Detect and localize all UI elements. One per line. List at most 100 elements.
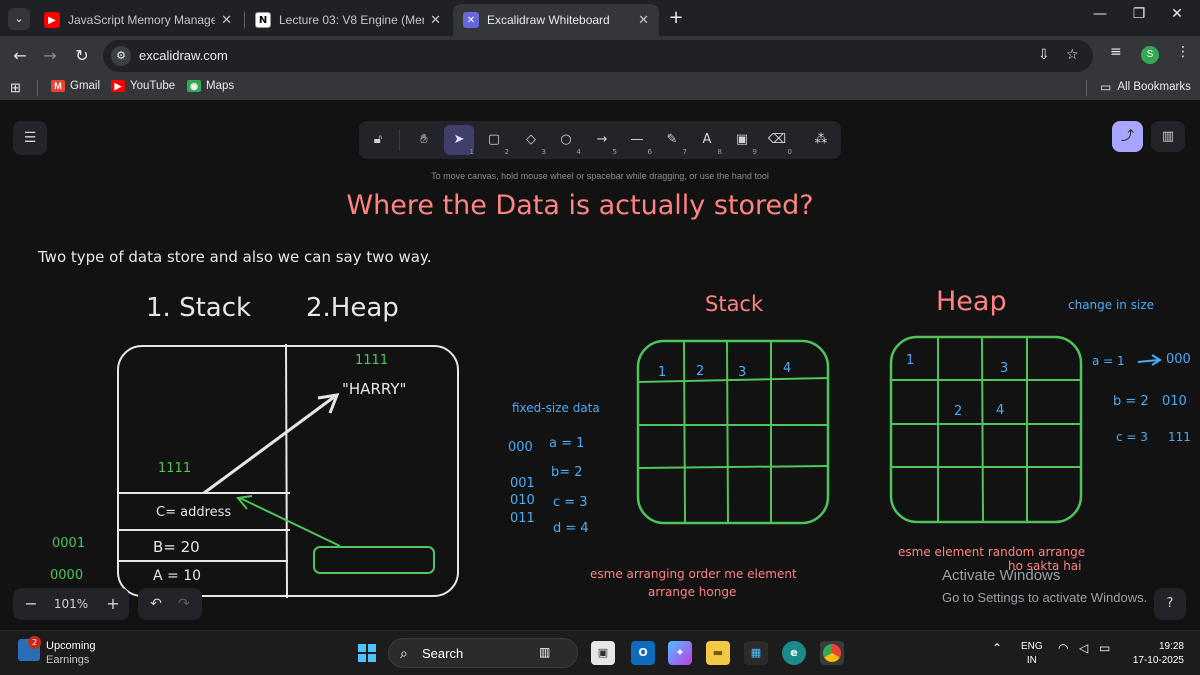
chevron-up-icon[interactable]: ⌃ xyxy=(992,641,1002,655)
undo-icon[interactable]: ↶ xyxy=(144,588,168,620)
profile-avatar[interactable]: S xyxy=(1141,46,1159,64)
reference-arrow-line[interactable] xyxy=(203,395,335,495)
stack-row-b[interactable]: B= 20 xyxy=(153,538,200,556)
heap-slot-label[interactable]: 1 xyxy=(906,353,914,368)
battery-icon[interactable]: ▭ xyxy=(1099,641,1110,655)
zoom-in-button[interactable]: + xyxy=(101,588,125,620)
heap-diagram[interactable]: Heap change in size 1 3 2 4 a = 1 b = 2 … xyxy=(889,286,1191,573)
install-app-icon[interactable]: ⇩ xyxy=(1038,47,1050,63)
stack-value[interactable]: d = 4 xyxy=(553,521,589,536)
bookmark-star-icon[interactable]: ☆ xyxy=(1066,47,1079,63)
intro-text[interactable]: Two type of data store and also we can s… xyxy=(37,248,431,266)
stack-address[interactable]: 000 xyxy=(508,440,533,455)
heap-title[interactable]: Heap xyxy=(936,286,1007,317)
apps-grid-icon[interactable]: ⊞ xyxy=(10,80,21,96)
close-icon[interactable]: ✕ xyxy=(221,13,232,28)
tab-search-button[interactable]: ⌄ xyxy=(8,8,30,30)
stack-caption[interactable]: esme arranging order me element xyxy=(590,567,797,581)
tab-javascript-memory[interactable]: ▶ JavaScript Memory Management ✕ xyxy=(34,4,242,36)
diamond-icon[interactable]: ◇ 3 xyxy=(516,125,546,156)
heap-type-label[interactable]: 2.Heap xyxy=(306,293,399,323)
draw-icon[interactable]: ✎ 7 xyxy=(657,125,687,156)
media-icon[interactable]: ≡ xyxy=(1110,44,1122,60)
line-icon[interactable]: —6 xyxy=(622,125,653,156)
arrow-icon[interactable]: → 5 xyxy=(587,125,617,156)
taskbar-search[interactable]: ⌕ Search ▥ xyxy=(388,638,578,668)
memory-diagram[interactable]: 1111 "HARRY" 1111 C= address B= 20 A = 1… xyxy=(50,343,459,599)
close-icon[interactable]: ✕ xyxy=(638,13,649,28)
hand-icon[interactable]: ✋︎ xyxy=(409,125,439,155)
edge-icon[interactable]: e xyxy=(782,641,806,665)
rectangle-icon[interactable]: ▢ 2 xyxy=(479,125,509,156)
stack-type-label[interactable]: 1. Stack xyxy=(146,293,251,323)
excalidraw-canvas[interactable]: Where the Data is actually stored? Two t… xyxy=(0,100,1200,630)
stack-slot-label[interactable]: 3 xyxy=(738,365,746,380)
canvas-title[interactable]: Where the Data is actually stored? xyxy=(346,190,813,221)
share-button[interactable]: ⤴ xyxy=(1112,121,1143,152)
heap-value-label[interactable]: "HARRY" xyxy=(342,380,406,398)
change-in-size-label[interactable]: change in size xyxy=(1068,298,1154,312)
stack-address[interactable]: 011 xyxy=(510,511,535,526)
green-arrow-line[interactable] xyxy=(239,497,341,547)
stack-grid-col[interactable] xyxy=(683,340,686,524)
extra-tools-icon[interactable]: ⁂ xyxy=(806,125,836,155)
stack-slot-label[interactable]: 4 xyxy=(783,361,791,376)
language-indicator[interactable]: ENG IN xyxy=(1021,640,1043,668)
heap-address[interactable]: 010 xyxy=(1162,394,1187,409)
forward-icon[interactable]: → xyxy=(38,44,62,68)
back-icon[interactable]: ← xyxy=(8,44,32,68)
copilot-icon[interactable]: ✦ xyxy=(668,641,692,665)
heap-slot-label[interactable]: 3 xyxy=(1000,361,1008,376)
redo-icon[interactable]: ↷ xyxy=(172,588,196,620)
system-clock[interactable]: 19:28 17-10-2025 xyxy=(1122,640,1184,668)
bookmark-maps[interactable]: ◉ Maps xyxy=(187,80,234,92)
stack-value[interactable]: c = 3 xyxy=(553,495,588,510)
restore-icon[interactable]: ❐ xyxy=(1127,6,1151,22)
side-address-0001[interactable]: 0001 xyxy=(52,536,85,551)
bookmark-gmail[interactable]: M Gmail xyxy=(51,80,100,92)
minimize-icon[interactable]: — xyxy=(1088,6,1112,22)
text-icon[interactable]: A8 xyxy=(692,125,722,156)
close-window-icon[interactable]: ✕ xyxy=(1165,6,1189,22)
address-bar[interactable]: ⚙ excalidraw.com ⇩ ☆ xyxy=(103,40,1093,72)
widgets-button[interactable]: 2 Upcoming Earnings xyxy=(18,636,96,667)
windows-start-icon[interactable] xyxy=(358,644,376,662)
tab-lecture-03[interactable]: N Lecture 03: V8 Engine (Memory ✕ xyxy=(245,4,451,36)
heap-address-label[interactable]: 1111 xyxy=(355,353,388,368)
stack-slot-label[interactable]: 2 xyxy=(696,364,704,379)
heap-slot-rect[interactable] xyxy=(313,546,435,574)
bookmark-youtube[interactable]: ▶ YouTube xyxy=(111,80,175,92)
url-text[interactable]: excalidraw.com xyxy=(139,48,228,63)
side-address-0000[interactable]: 0000 xyxy=(50,568,83,583)
stack-caption[interactable]: arrange honge xyxy=(648,585,736,599)
site-info-icon[interactable]: ⚙ xyxy=(111,46,131,66)
eraser-icon[interactable]: ⌫ 0 xyxy=(762,125,792,156)
heap-grid-outline[interactable] xyxy=(889,335,1083,524)
stack-diagram[interactable]: Stack 1 2 3 4 fixed-size data 000 001 01… xyxy=(508,292,830,599)
heap-value[interactable]: a = 1 xyxy=(1092,354,1125,368)
new-tab-button[interactable]: + xyxy=(666,7,686,28)
stack-grid-outline[interactable] xyxy=(636,339,830,525)
heap-slot-label[interactable]: 2 xyxy=(954,404,962,419)
ellipse-icon[interactable]: ○ 4 xyxy=(551,125,581,156)
zoom-out-button[interactable]: − xyxy=(19,588,43,620)
heap-address[interactable]: 000 xyxy=(1166,352,1191,367)
c-address-label[interactable]: 1111 xyxy=(158,461,191,476)
stack-value[interactable]: a = 1 xyxy=(549,436,584,451)
stack-heap-divider[interactable] xyxy=(285,343,288,599)
stack-value[interactable]: b= 2 xyxy=(551,465,583,480)
reload-icon[interactable]: ↻ xyxy=(70,44,94,68)
task-view-icon[interactable]: ▣ xyxy=(591,641,615,665)
stack-row-c[interactable]: C= address xyxy=(156,505,231,520)
main-menu-button[interactable]: ☰ xyxy=(13,121,47,155)
outlook-icon[interactable]: O xyxy=(631,641,655,665)
chrome-icon[interactable] xyxy=(820,641,844,665)
stack-grid-col[interactable] xyxy=(726,340,729,524)
fixed-size-label[interactable]: fixed-size data xyxy=(512,401,600,415)
store-icon[interactable]: ▦ xyxy=(744,641,768,665)
all-bookmarks[interactable]: ▭ All Bookmarks xyxy=(1100,80,1191,94)
file-explorer-icon[interactable]: ▬ xyxy=(706,641,730,665)
heap-value[interactable]: c = 3 xyxy=(1116,430,1148,444)
stack-address[interactable]: 001 xyxy=(510,476,535,491)
stack-grid-row[interactable] xyxy=(637,465,829,469)
